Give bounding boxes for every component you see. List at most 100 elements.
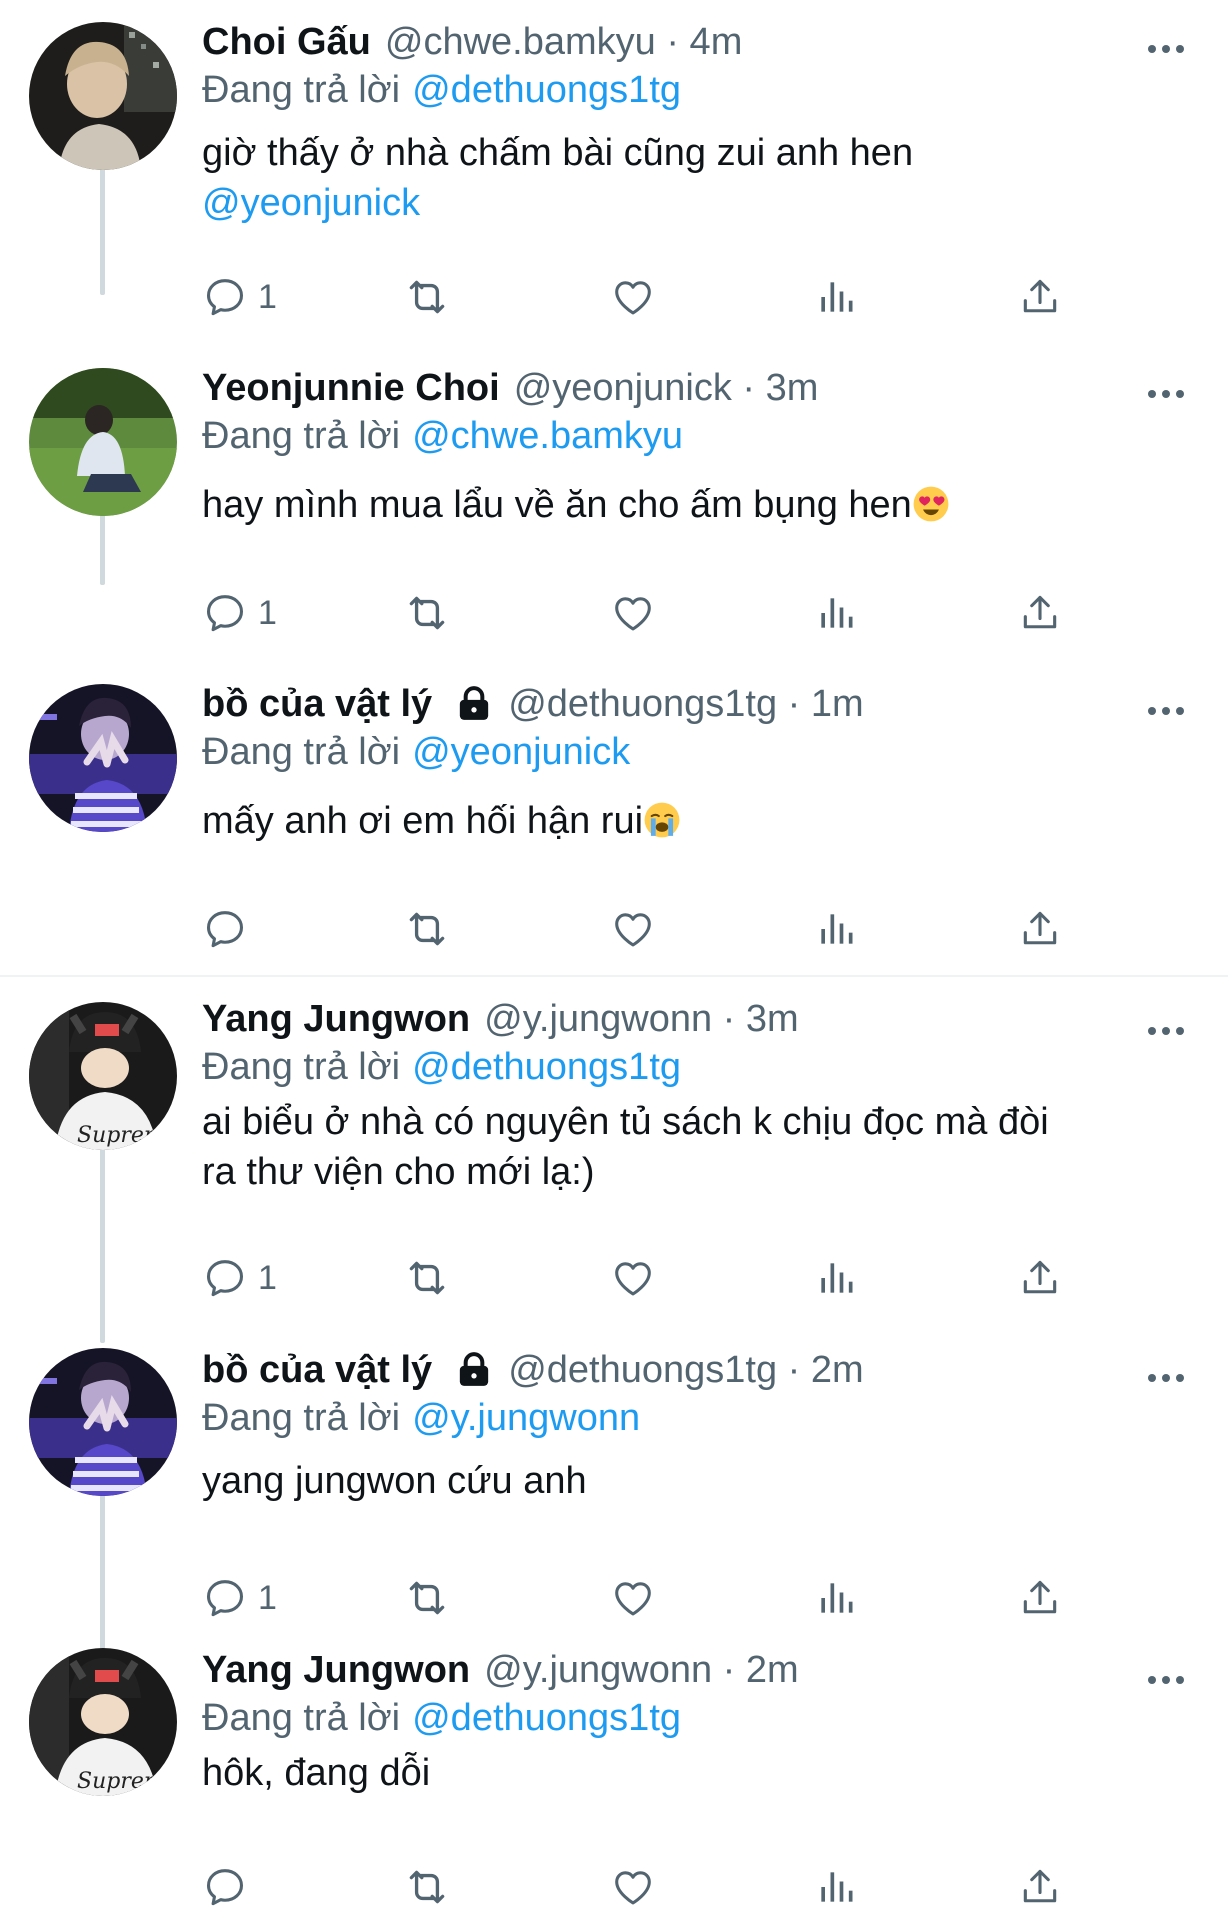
avatar[interactable] <box>29 368 177 516</box>
tweet-text-line: ra thư viện cho mới lạ:) <box>202 1151 595 1193</box>
retweet-button[interactable] <box>402 272 452 322</box>
reply-icon <box>202 274 248 320</box>
views-button[interactable] <box>814 1253 858 1303</box>
like-button[interactable] <box>610 904 656 954</box>
reply-button[interactable] <box>202 1862 258 1912</box>
svg-text:Supreme: Supreme <box>77 1769 177 1794</box>
like-icon <box>610 590 656 636</box>
views-button[interactable] <box>814 588 858 638</box>
tweet-text: giờ thấy ở nhà chấm bài cũng zui anh hen… <box>202 128 1188 228</box>
tweet[interactable]: bồ của vật lý @dethuongs1tg · 1m Đang tr… <box>0 650 1228 970</box>
more-icon[interactable] <box>1146 1674 1186 1686</box>
like-button[interactable] <box>610 1573 656 1623</box>
reply-icon <box>202 1575 248 1621</box>
mention-link[interactable]: @dethuongs1tg <box>412 69 681 111</box>
share-button[interactable] <box>1018 1253 1062 1303</box>
retweet-button[interactable] <box>402 1253 452 1303</box>
more-icon[interactable] <box>1146 388 1186 400</box>
share-button[interactable] <box>1018 588 1062 638</box>
retweet-icon <box>402 1253 452 1303</box>
views-button[interactable] <box>814 1862 858 1912</box>
views-icon <box>814 1865 858 1909</box>
display-name[interactable]: bồ của vật lý <box>202 1346 432 1394</box>
avatar[interactable]: Supreme <box>29 1648 177 1796</box>
reply-button[interactable]: 1 <box>202 1253 277 1303</box>
lock-icon <box>454 684 494 724</box>
handle-timestamp[interactable]: @dethuongs1tg · 2m <box>508 1346 863 1394</box>
tweet[interactable]: bồ của vật lý @dethuongs1tg · 2m Đang tr… <box>0 1330 1228 1630</box>
display-name[interactable]: Yang Jungwon <box>202 995 470 1043</box>
retweet-button[interactable] <box>402 1862 452 1912</box>
reply-count: 1 <box>258 593 277 632</box>
like-icon <box>610 1255 656 1301</box>
more-icon[interactable] <box>1146 1372 1186 1384</box>
tweet-actions <box>202 904 1102 954</box>
retweet-button[interactable] <box>402 588 452 638</box>
like-button[interactable] <box>610 1253 656 1303</box>
share-icon <box>1018 1576 1062 1620</box>
tweet-text-line: ai biểu ở nhà có nguyên tủ sách k chịu đ… <box>202 1101 1049 1143</box>
mention-link[interactable]: @yeonjunick <box>412 731 630 773</box>
display-name[interactable]: Yang Jungwon <box>202 1646 470 1694</box>
replying-to: Đang trả lời @yeonjunick <box>202 728 1188 776</box>
display-name[interactable]: Yeonjunnie Choi <box>202 364 500 412</box>
display-name[interactable]: Choi Gấu <box>202 18 371 66</box>
mention-link[interactable]: @y.jungwonn <box>412 1397 640 1439</box>
share-button[interactable] <box>1018 1573 1062 1623</box>
share-icon <box>1018 275 1062 319</box>
share-button[interactable] <box>1018 1862 1062 1912</box>
handle-timestamp[interactable]: @y.jungwonn · 2m <box>484 1646 799 1694</box>
avatar[interactable]: Supreme <box>29 1002 177 1150</box>
mention-link[interactable]: @chwe.bamkyu <box>412 415 683 457</box>
views-icon <box>814 591 858 635</box>
reply-prefix: Đang trả lời <box>202 731 401 773</box>
tweet[interactable]: Choi Gấu @chwe.bamkyu · 4m Đang trả lời @… <box>0 0 1228 340</box>
avatar[interactable] <box>29 684 177 832</box>
share-button[interactable] <box>1018 272 1062 322</box>
retweet-button[interactable] <box>402 904 452 954</box>
retweet-icon <box>402 1573 452 1623</box>
retweet-icon <box>402 1862 452 1912</box>
avatar[interactable] <box>29 1348 177 1496</box>
like-button[interactable] <box>610 1862 656 1912</box>
views-icon <box>814 275 858 319</box>
reply-button[interactable] <box>202 904 258 954</box>
tweet-text-line: yang jungwon cứu anh <box>202 1460 587 1502</box>
reply-button[interactable]: 1 <box>202 588 277 638</box>
more-icon[interactable] <box>1146 705 1186 717</box>
share-icon <box>1018 1256 1062 1300</box>
reply-prefix: Đang trả lời <box>202 415 401 457</box>
more-icon[interactable] <box>1146 43 1186 55</box>
mention-link[interactable]: @yeonjunick <box>202 178 1188 228</box>
reply-icon <box>202 906 248 952</box>
handle-timestamp[interactable]: @dethuongs1tg · 1m <box>508 680 863 728</box>
handle-timestamp[interactable]: @y.jungwonn · 3m <box>484 995 799 1043</box>
reply-button[interactable]: 1 <box>202 272 277 322</box>
handle-timestamp[interactable]: @chwe.bamkyu · 4m <box>385 18 742 66</box>
like-button[interactable] <box>610 272 656 322</box>
like-button[interactable] <box>610 588 656 638</box>
mention-link[interactable]: @dethuongs1tg <box>412 1697 681 1739</box>
handle-timestamp[interactable]: @yeonjunick · 3m <box>514 364 819 412</box>
display-name[interactable]: bồ của vật lý <box>202 680 432 728</box>
share-button[interactable] <box>1018 904 1062 954</box>
more-icon[interactable] <box>1146 1025 1186 1037</box>
views-button[interactable] <box>814 272 858 322</box>
avatar[interactable] <box>29 22 177 170</box>
lock-icon <box>454 1350 494 1390</box>
reply-button[interactable]: 1 <box>202 1573 277 1623</box>
tweet[interactable]: Supreme Yang Jungwon @y.jungwonn · 3m Đa… <box>0 977 1228 1330</box>
tweet[interactable]: Yeonjunnie Choi @yeonjunick · 3m Đang tr… <box>0 340 1228 650</box>
tweet-actions <box>202 1862 1102 1912</box>
views-button[interactable] <box>814 904 858 954</box>
tweet[interactable]: Supreme Yang Jungwon @y.jungwonn · 2m Đa… <box>0 1630 1228 1920</box>
mention-link[interactable]: @dethuongs1tg <box>412 1046 681 1088</box>
reply-count: 1 <box>258 1258 277 1297</box>
replying-to: Đang trả lời @dethuongs1tg <box>202 66 1188 114</box>
reply-icon <box>202 1255 248 1301</box>
retweet-button[interactable] <box>402 1573 452 1623</box>
tweet-text: hay mình mua lẩu về ăn cho ấm bụng hen <box>202 480 1188 530</box>
reply-prefix: Đang trả lời <box>202 1046 401 1088</box>
views-button[interactable] <box>814 1573 858 1623</box>
replying-to: Đang trả lời @y.jungwonn <box>202 1394 1188 1442</box>
